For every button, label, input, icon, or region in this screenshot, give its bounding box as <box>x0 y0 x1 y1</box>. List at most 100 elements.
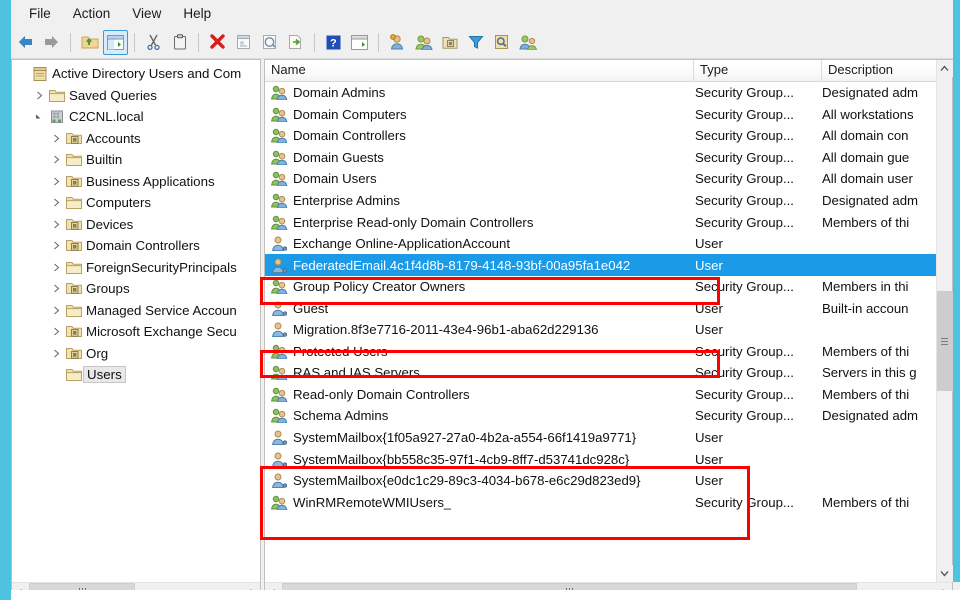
cell-name: Domain Controllers <box>265 128 694 144</box>
list-scroll-down-button[interactable] <box>936 565 953 582</box>
show-hide-action-pane-icon[interactable] <box>347 30 372 55</box>
folder-icon <box>64 368 84 382</box>
tree-item-groups[interactable]: Groups <box>12 278 260 300</box>
cut-icon[interactable] <box>141 30 166 55</box>
table-row[interactable]: Guest User Built-in accoun <box>265 297 952 319</box>
chevron-right-icon[interactable] <box>48 220 64 229</box>
row-name-label: Migration.8f3e7716-2011-43e4-96b1-aba62d… <box>293 322 599 338</box>
cell-type: User <box>695 473 723 489</box>
tree-item-microsoft-exchange-secu[interactable]: Microsoft Exchange Secu <box>12 321 260 343</box>
tree-item-saved-queries[interactable]: Saved Queries <box>12 85 260 107</box>
table-row[interactable]: Migration.8f3e7716-2011-43e4-96b1-aba62d… <box>265 319 952 341</box>
new-ou-icon[interactable] <box>437 30 462 55</box>
cell-description: Members of thi <box>822 343 910 359</box>
table-row[interactable]: FederatedEmail.4c1f4d8b-8179-4148-93bf-0… <box>265 254 952 276</box>
cell-name: Migration.8f3e7716-2011-43e4-96b1-aba62d… <box>265 322 694 338</box>
chevron-right-icon[interactable] <box>48 349 64 358</box>
table-row[interactable]: SystemMailbox{e0dc1c29-89c3-4034-b678-e6… <box>265 470 952 492</box>
menu-action[interactable]: Action <box>62 4 122 23</box>
cell-type: Security Group... <box>695 279 794 295</box>
table-row[interactable]: Domain Guests Security Group... All domain… <box>265 147 952 169</box>
tree-item-computers[interactable]: Computers <box>12 192 260 214</box>
list-rows[interactable]: Domain Admins Security Group... Designated… <box>265 82 952 582</box>
table-row[interactable]: Enterprise Admins Security Group... Design… <box>265 190 952 212</box>
table-row[interactable]: Domain Users Security Group... All domain … <box>265 168 952 190</box>
tree-item-devices[interactable]: Devices <box>12 214 260 236</box>
tree-item-business-applications[interactable]: Business Applications <box>12 171 260 193</box>
chevron-right-icon[interactable] <box>48 306 64 315</box>
chevron-right-icon <box>36 91 42 100</box>
mmc-window: File Action View Help ? Active Directory… <box>0 0 960 600</box>
cell-type: User <box>695 236 723 252</box>
table-row[interactable]: SystemMailbox{bb558c35-97f1-4cb9-8ff7-d5… <box>265 448 952 470</box>
table-row[interactable]: Enterprise Read-only Domain Controllers S… <box>265 211 952 233</box>
tree-item-domain-controllers[interactable]: Domain Controllers <box>12 235 260 257</box>
menu-file[interactable]: File <box>18 4 62 23</box>
list-vscroll-thumb[interactable] <box>936 291 953 391</box>
table-row[interactable]: Read-only Domain Controllers Security Gro… <box>265 384 952 406</box>
up-folder-icon[interactable] <box>77 30 102 55</box>
show-hide-console-tree-icon[interactable] <box>103 29 128 55</box>
back-arrow-icon[interactable] <box>13 30 38 55</box>
chevron-right-icon[interactable] <box>48 198 64 207</box>
find-icon[interactable] <box>489 30 514 55</box>
tree-item-org[interactable]: Org <box>12 343 260 365</box>
cell-type: Security Group... <box>695 128 794 144</box>
properties-icon[interactable] <box>231 30 256 55</box>
list-header: Name Type Description <box>265 60 952 82</box>
cell-type: Security Group... <box>695 214 794 230</box>
tree-item-builtin[interactable]: Builtin <box>12 149 260 171</box>
chevron-right-icon <box>53 327 59 336</box>
chevron-right-icon <box>53 284 59 293</box>
chevron-down-icon[interactable] <box>31 112 47 121</box>
chevron-right-icon[interactable] <box>48 263 64 272</box>
table-row[interactable]: Group Policy Creator Owners Security Grou… <box>265 276 952 298</box>
cell-type: Security Group... <box>695 106 794 122</box>
list-scroll-up-button[interactable] <box>936 60 953 77</box>
chevron-right-icon[interactable] <box>48 155 64 164</box>
chevron-right-icon[interactable] <box>31 91 47 100</box>
tree-item-users[interactable]: Users <box>12 364 260 386</box>
add-member-icon[interactable] <box>515 30 540 55</box>
filter-icon[interactable] <box>463 30 488 55</box>
help-icon[interactable]: ? <box>321 30 346 55</box>
group-icon <box>271 495 292 510</box>
table-row[interactable]: Schema Admins Security Group... Designated… <box>265 405 952 427</box>
new-user-icon[interactable] <box>385 30 410 55</box>
list-vertical-scrollbar[interactable] <box>936 60 953 582</box>
table-row[interactable]: Exchange Online-ApplicationAccount User <box>265 233 952 255</box>
chevron-right-icon <box>53 263 59 272</box>
new-group-icon[interactable] <box>411 30 436 55</box>
chevron-right-icon[interactable] <box>48 327 64 336</box>
forward-arrow-icon[interactable] <box>39 30 64 55</box>
tree-item-foreignsecurityprincipals[interactable]: ForeignSecurityPrincipals <box>12 257 260 279</box>
console-tree[interactable]: Active Directory Users and Com Saved Quer… <box>12 60 260 582</box>
table-row[interactable]: Domain Admins Security Group... Designated… <box>265 82 952 104</box>
chevron-right-icon[interactable] <box>48 284 64 293</box>
tree-item-active-directory-users-and-com[interactable]: Active Directory Users and Com <box>12 63 260 85</box>
paste-icon[interactable] <box>167 30 192 55</box>
tree-item-accounts[interactable]: Accounts <box>12 128 260 150</box>
table-row[interactable]: RAS and IAS Servers Security Group... Serv… <box>265 362 952 384</box>
table-row[interactable]: Domain Computers Security Group... All wor… <box>265 104 952 126</box>
delete-icon[interactable] <box>205 30 230 55</box>
cell-name: Domain Computers <box>265 107 694 122</box>
table-row[interactable]: Domain Controllers Security Group... All d… <box>265 125 952 147</box>
column-header-name[interactable]: Name <box>265 60 694 81</box>
user-icon <box>271 301 292 316</box>
menu-view[interactable]: View <box>121 4 172 23</box>
chevron-right-icon[interactable] <box>48 241 64 250</box>
chevron-right-icon[interactable] <box>48 134 64 143</box>
table-row[interactable]: Protected Users Security Group... Members … <box>265 341 952 363</box>
tree-item-c2cnl-local[interactable]: C2CNL.local <box>12 106 260 128</box>
menu-help[interactable]: Help <box>172 4 222 23</box>
column-header-description[interactable]: Description <box>822 60 952 81</box>
tree-item-managed-service-accoun[interactable]: Managed Service Accoun <box>12 300 260 322</box>
column-header-type[interactable]: Type <box>694 60 822 81</box>
chevron-right-icon[interactable] <box>48 177 64 186</box>
export-list-icon[interactable] <box>283 30 308 55</box>
table-row[interactable]: WinRMRemoteWMIUsers_ Security Group... Mem… <box>265 491 952 513</box>
refresh-icon[interactable] <box>257 30 282 55</box>
list-vscroll-track[interactable] <box>936 77 953 565</box>
table-row[interactable]: SystemMailbox{1f05a927-27a0-4b2a-a554-66… <box>265 427 952 449</box>
